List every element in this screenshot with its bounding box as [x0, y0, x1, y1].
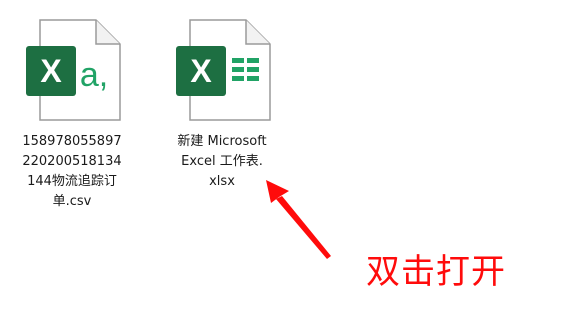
- annotation-label: 双击打开: [366, 252, 506, 292]
- file-name-line: 144物流追踪订: [27, 174, 117, 189]
- file-name-line: 新建 Microsoft: [177, 134, 267, 149]
- svg-text:a,: a,: [80, 56, 108, 94]
- excel-xlsx-file-icon: X: [176, 19, 271, 121]
- file-name-line: 单.csv: [52, 194, 92, 209]
- file-item-xlsx[interactable]: X 新建 Microsoft Excel 工作表. xlsx: [162, 14, 282, 192]
- file-name-line: 220200518134: [22, 154, 122, 169]
- file-name-line: xlsx: [209, 174, 235, 189]
- file-name-xlsx: 新建 Microsoft Excel 工作表. xlsx: [163, 132, 281, 192]
- file-name-line: Excel 工作表.: [181, 154, 263, 169]
- svg-text:X: X: [40, 53, 62, 89]
- file-name-line: 158978055897: [22, 134, 122, 149]
- file-item-csv[interactable]: X a, 158978055897 220200518134 144物流追踪订 …: [12, 14, 132, 212]
- svg-text:X: X: [190, 53, 212, 89]
- excel-csv-file-icon: X a,: [26, 19, 121, 121]
- file-name-csv: 158978055897 220200518134 144物流追踪订 单.csv: [13, 132, 131, 212]
- desktop-folder-view: X a, 158978055897 220200518134 144物流追踪订 …: [0, 0, 574, 319]
